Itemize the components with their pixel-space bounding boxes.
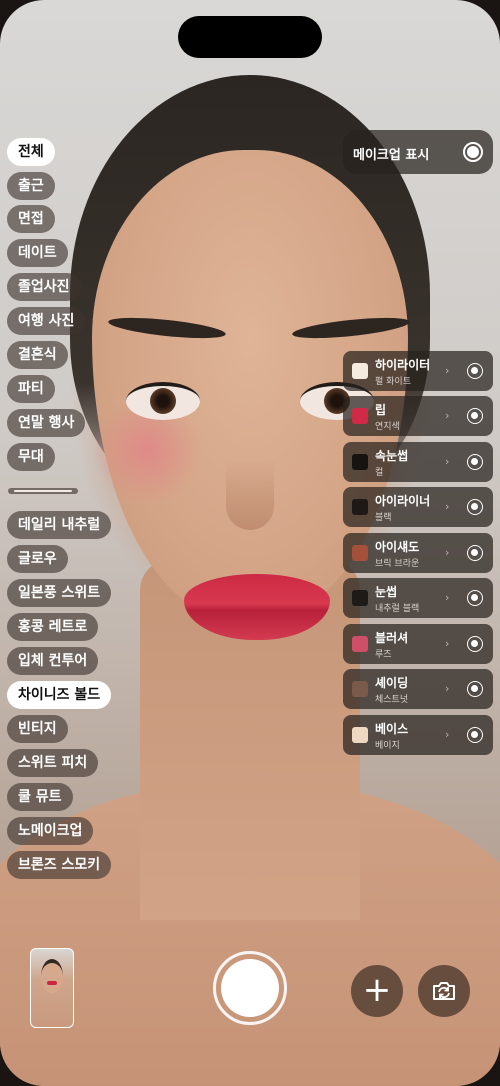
thumbnail-lips: [47, 981, 57, 985]
item-radio-icon[interactable]: [467, 545, 483, 561]
item-radio-icon[interactable]: [467, 499, 483, 515]
makeup-item-name: 립: [375, 403, 387, 417]
color-swatch: [352, 590, 368, 606]
style-chip[interactable]: 차이니즈 볼드: [7, 681, 112, 709]
makeup-item-eyeshadow[interactable]: 아이섀도 브릭 브라운 ›: [343, 533, 493, 573]
makeup-item-shade: 브릭 브라운: [375, 559, 420, 569]
makeup-item-name: 속눈썹: [375, 449, 409, 463]
color-swatch: [352, 727, 368, 743]
style-chip[interactable]: 홍콩 레트로: [7, 613, 99, 641]
makeup-item-blush[interactable]: 블러셔 루즈 ›: [343, 624, 493, 664]
makeup-display-label: 메이크업 표시: [353, 148, 430, 163]
makeup-item-name: 아이섀도: [375, 540, 420, 554]
color-swatch: [352, 408, 368, 424]
category-chip[interactable]: 연말 행사: [7, 409, 86, 437]
makeup-item-name: 블러셔: [375, 631, 409, 645]
chevron-right-icon: ›: [445, 409, 450, 422]
makeup-item-name: 아이라이너: [375, 494, 431, 508]
item-radio-icon[interactable]: [467, 636, 483, 652]
category-chip[interactable]: 파티: [7, 375, 55, 403]
color-swatch: [352, 499, 368, 515]
color-swatch: [352, 636, 368, 652]
list-divider: [8, 488, 78, 494]
makeup-item-highlighter[interactable]: 하이라이터 펄 화이트 ›: [343, 351, 493, 391]
item-radio-icon[interactable]: [467, 363, 483, 379]
makeup-display-toggle[interactable]: 메이크업 표시: [343, 130, 493, 174]
category-chip[interactable]: 면접: [7, 205, 55, 233]
makeup-item-eyeliner[interactable]: 아이라이너 블랙 ›: [343, 487, 493, 527]
chevron-right-icon: ›: [445, 637, 450, 650]
camera-flip-button[interactable]: [418, 965, 470, 1017]
style-chip[interactable]: 스위트 피치: [7, 749, 99, 777]
makeup-item-base[interactable]: 베이스 베이지 ›: [343, 715, 493, 755]
chevron-right-icon: ›: [445, 546, 450, 559]
item-radio-icon[interactable]: [467, 408, 483, 424]
makeup-item-shade: 체스트넛: [375, 695, 409, 705]
chevron-right-icon: ›: [445, 682, 450, 695]
color-swatch: [352, 681, 368, 697]
item-radio-icon[interactable]: [467, 454, 483, 470]
gallery-thumbnail[interactable]: [30, 948, 74, 1028]
dynamic-island: [178, 16, 322, 58]
style-chip[interactable]: 노메이크업: [7, 817, 94, 845]
add-button[interactable]: +: [351, 965, 403, 1017]
color-swatch: [352, 363, 368, 379]
left-eye: [126, 382, 200, 420]
chevron-right-icon: ›: [445, 500, 450, 513]
makeup-item-shade: 내추럴 블랙: [375, 604, 420, 614]
category-chip[interactable]: 결혼식: [7, 341, 68, 369]
chevron-right-icon: ›: [445, 591, 450, 604]
style-chip[interactable]: 브론즈 스모키: [7, 851, 112, 879]
chevron-right-icon: ›: [445, 455, 450, 468]
category-chip[interactable]: 여행 사진: [7, 307, 86, 335]
item-radio-icon[interactable]: [467, 590, 483, 606]
makeup-item-shade: 루즈: [375, 650, 392, 660]
category-chip[interactable]: 출근: [7, 172, 55, 200]
shutter-button[interactable]: [213, 951, 287, 1025]
category-chip[interactable]: 전체: [7, 138, 55, 166]
makeup-item-name: 셰이딩: [375, 676, 409, 690]
makeup-item-shade: 펄 화이트: [375, 377, 411, 387]
style-chip[interactable]: 데일리 내추럴: [7, 511, 112, 539]
chevron-right-icon: ›: [445, 364, 450, 377]
nose: [226, 460, 274, 530]
toggle-radio-icon[interactable]: [463, 142, 483, 162]
chevron-right-icon: ›: [445, 728, 450, 741]
makeup-item-name: 베이스: [375, 722, 409, 736]
thumbnail-face: [41, 959, 63, 993]
makeup-item-shade: 연지색: [375, 422, 400, 432]
category-chip[interactable]: 무대: [7, 443, 55, 471]
color-swatch: [352, 454, 368, 470]
makeup-item-shade: 베이지: [375, 741, 400, 751]
makeup-item-name: 하이라이터: [375, 358, 431, 372]
item-radio-icon[interactable]: [467, 727, 483, 743]
makeup-item-shading[interactable]: 셰이딩 체스트넛 ›: [343, 669, 493, 709]
makeup-item-shade: 블랙: [375, 513, 392, 523]
color-swatch: [352, 545, 368, 561]
makeup-item-lip[interactable]: 립 연지색 ›: [343, 396, 493, 436]
category-chip[interactable]: 졸업사진: [7, 273, 81, 301]
style-chip[interactable]: 입체 컨투어: [7, 647, 99, 675]
makeup-item-eyebrow[interactable]: 눈썹 내추럴 블랙 ›: [343, 578, 493, 618]
camera-flip-icon: [433, 982, 455, 1000]
style-chip[interactable]: 글로우: [7, 545, 68, 573]
makeup-item-name: 눈썹: [375, 585, 398, 599]
makeup-item-lashes[interactable]: 속눈썹 컬 ›: [343, 442, 493, 482]
item-radio-icon[interactable]: [467, 681, 483, 697]
style-chip[interactable]: 일본풍 스위트: [7, 579, 112, 607]
style-chip[interactable]: 쿨 뮤트: [7, 783, 73, 811]
makeup-item-shade: 컬: [375, 468, 384, 478]
category-chip[interactable]: 데이트: [7, 239, 68, 267]
style-chip[interactable]: 빈티지: [7, 715, 68, 743]
